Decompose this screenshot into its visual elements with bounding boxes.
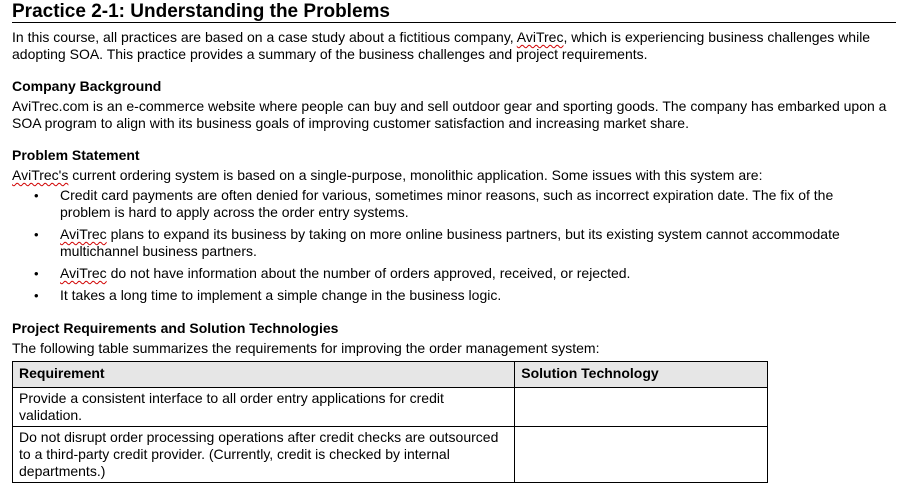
issue-text: do not have information about the number… <box>106 265 631 281</box>
list-item: • It takes a long time to implement a sim… <box>12 287 880 304</box>
bullet-icon: • <box>34 288 39 303</box>
bullet-icon: • <box>34 188 39 203</box>
solution-cell[interactable] <box>514 387 768 427</box>
problem-statement-lead: AviTrec's current ordering system is bas… <box>12 167 897 184</box>
solution-cell[interactable] <box>514 426 768 483</box>
list-item: • Credit card payments are often denied f… <box>12 187 880 221</box>
list-item: • AviTrec plans to expand its business by… <box>12 226 880 260</box>
bullet-icon: • <box>34 227 39 242</box>
project-requirements-heading: Project Requirements and Solution Techno… <box>12 320 339 336</box>
problem-lead-text: current ordering system is based on a si… <box>68 167 763 183</box>
table-row: Provide a consistent interface to all or… <box>11 387 768 427</box>
column-header-requirement: Requirement <box>11 361 516 388</box>
issue-company: AviTrec <box>60 226 107 242</box>
issues-list: • Credit card payments are often denied f… <box>12 187 897 304</box>
table-row: Do not disrupt order processing operatio… <box>11 426 768 483</box>
intro-text-before: In this course, all practices are based … <box>12 29 517 45</box>
intro-paragraph: In this course, all practices are based … <box>12 29 897 63</box>
issue-text: plans to expand its business by taking o… <box>60 226 840 259</box>
table-header-row: Requirement Solution Technology <box>11 361 768 388</box>
requirements-table: Requirement Solution Technology Provide … <box>11 361 768 483</box>
requirement-cell: Provide a consistent interface to all or… <box>11 387 516 427</box>
list-item: • AviTrec do not have information about t… <box>12 265 880 282</box>
problem-statement-heading: Problem Statement <box>12 147 140 163</box>
issue-text: It takes a long time to implement a simp… <box>60 287 502 303</box>
issue-company: AviTrec <box>60 265 107 281</box>
project-requirements-text: The following table summarizes the requi… <box>12 340 600 356</box>
document-page: Practice 2-1: Understanding the Problems… <box>11 0 897 483</box>
company-background-text: AviTrec.com is an e-commerce website whe… <box>12 98 887 131</box>
bullet-icon: • <box>34 266 39 281</box>
requirement-cell: Do not disrupt order processing operatio… <box>11 426 516 483</box>
page-title: Practice 2-1: Understanding the Problems <box>12 0 896 23</box>
company-background-heading: Company Background <box>12 78 162 94</box>
problem-lead-company: AviTrec's <box>12 167 69 183</box>
intro-company-name: AviTrec <box>516 29 564 45</box>
column-header-solution: Solution Technology <box>514 361 768 388</box>
issue-text: Credit card payments are often denied fo… <box>60 187 834 220</box>
